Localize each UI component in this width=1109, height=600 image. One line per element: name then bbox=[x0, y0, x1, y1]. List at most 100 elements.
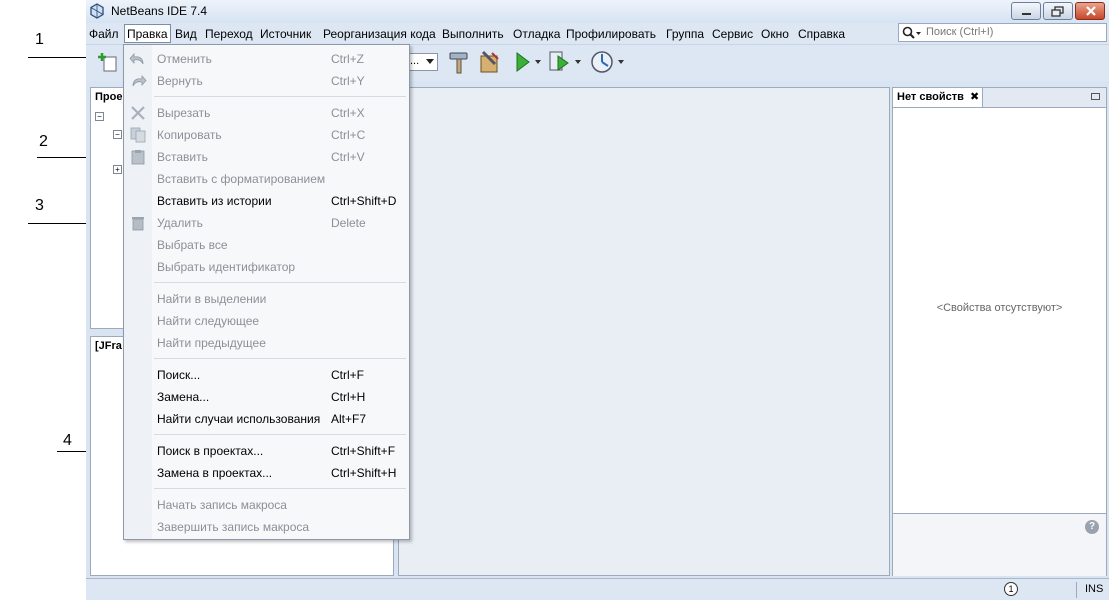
callout-2: 2 bbox=[39, 133, 48, 150]
undo-icon bbox=[129, 52, 144, 65]
redo-icon bbox=[132, 74, 147, 87]
restore-button[interactable] bbox=[1043, 2, 1073, 20]
window-title: NetBeans IDE 7.4 bbox=[111, 4, 208, 18]
clean-build-icon[interactable] bbox=[477, 50, 501, 74]
status-bar: 1 INS bbox=[86, 578, 1109, 600]
cut-icon bbox=[131, 106, 145, 120]
properties-help-area bbox=[893, 513, 1106, 576]
menu-item-copy[interactable]: Копировать Ctrl+C bbox=[124, 124, 409, 146]
build-hammer-icon[interactable] bbox=[448, 51, 470, 75]
menu-item-label: Найти в выделении bbox=[157, 292, 267, 306]
tree-expand-toggle[interactable]: + bbox=[113, 165, 122, 174]
menu-separator bbox=[154, 488, 406, 489]
menu-item-shortcut: Ctrl+V bbox=[331, 150, 365, 164]
properties-empty-message: <Свойства отсутствуют> bbox=[936, 302, 1063, 314]
debug-icon[interactable] bbox=[548, 50, 584, 74]
paste-icon bbox=[131, 150, 145, 165]
menu-separator bbox=[154, 96, 406, 97]
menu-item-label: Вставить из истории bbox=[157, 194, 272, 208]
menu-item-stop-macro[interactable]: Завершить запись макроса bbox=[124, 516, 409, 538]
menu-view[interactable]: Вид bbox=[175, 27, 197, 41]
menu-item-label: Выбрать все bbox=[157, 238, 228, 252]
menu-item-label: Найти предыдущее bbox=[157, 336, 266, 350]
menu-navigate[interactable]: Переход bbox=[205, 27, 253, 41]
menu-edit[interactable]: Правка bbox=[127, 27, 168, 41]
menu-item-paste-from-history[interactable]: Вставить из истории Ctrl+Shift+D bbox=[124, 190, 409, 212]
search-input[interactable]: Поиск (Ctrl+I) bbox=[898, 23, 1107, 42]
menu-run[interactable]: Выполнить bbox=[442, 27, 504, 41]
search-icon bbox=[902, 26, 921, 39]
close-icon bbox=[1086, 6, 1096, 16]
title-bar: NetBeans IDE 7.4 bbox=[86, 0, 1109, 23]
minimize-panel-icon[interactable] bbox=[1091, 93, 1100, 100]
menu-help[interactable]: Справка bbox=[798, 27, 845, 41]
delete-icon bbox=[132, 217, 144, 231]
menu-item-find[interactable]: Поиск... Ctrl+F bbox=[124, 364, 409, 386]
menu-item-shortcut: Ctrl+Y bbox=[331, 74, 365, 88]
menu-item-shortcut: Ctrl+X bbox=[331, 106, 365, 120]
menu-item-select-identifier[interactable]: Выбрать идентификатор bbox=[124, 256, 409, 278]
insert-mode-indicator: INS bbox=[1085, 583, 1104, 595]
menu-item-paste-formatted[interactable]: Вставить с форматированием bbox=[124, 168, 409, 190]
menu-separator bbox=[154, 434, 406, 435]
menu-item-label: Замена в проектах... bbox=[157, 466, 273, 480]
menu-item-paste[interactable]: Вставить Ctrl+V bbox=[124, 146, 409, 168]
menu-item-shortcut: Ctrl+F bbox=[331, 368, 364, 382]
menu-item-find-in-projects[interactable]: Поиск в проектах... Ctrl+Shift+F bbox=[124, 440, 409, 462]
status-divider bbox=[1076, 582, 1077, 598]
menu-item-find-previous[interactable]: Найти предыдущее bbox=[124, 332, 409, 354]
menu-item-label: Поиск... bbox=[157, 368, 201, 382]
callout-1: 1 bbox=[35, 31, 44, 48]
configuration-dropdown[interactable]: ... bbox=[408, 53, 438, 71]
menu-item-replace[interactable]: Замена... Ctrl+H bbox=[124, 386, 409, 408]
menu-item-find-usages[interactable]: Найти случаи использования Alt+F7 bbox=[124, 408, 409, 430]
menu-item-select-all[interactable]: Выбрать все bbox=[124, 234, 409, 256]
editor-area bbox=[398, 87, 890, 576]
menu-refactor[interactable]: Реорганизация кода bbox=[323, 27, 436, 41]
menu-item-label: Начать запись макроса bbox=[157, 498, 287, 512]
menu-item-replace-in-projects[interactable]: Замена в проектах... Ctrl+Shift+H bbox=[124, 462, 409, 484]
menu-tools[interactable]: Сервис bbox=[712, 27, 753, 41]
new-project-icon[interactable] bbox=[97, 51, 119, 73]
help-icon[interactable]: ? bbox=[1085, 520, 1099, 534]
close-button[interactable] bbox=[1075, 2, 1105, 20]
menu-item-label: Вставить bbox=[157, 150, 208, 164]
menu-item-find-in-selection[interactable]: Найти в выделении bbox=[124, 288, 409, 310]
profile-icon[interactable] bbox=[590, 50, 628, 74]
properties-panel: Нет свойств ✖ <Свойства отсутствуют> ? bbox=[892, 87, 1107, 576]
menu-item-cut[interactable]: Вырезать Ctrl+X bbox=[124, 102, 409, 124]
tree-collapse-toggle[interactable]: − bbox=[113, 130, 122, 139]
minimize-icon bbox=[1022, 13, 1031, 15]
menu-item-shortcut: Ctrl+H bbox=[331, 390, 366, 404]
menu-item-label: Отменить bbox=[157, 52, 212, 66]
projects-tab[interactable]: Прое bbox=[91, 88, 126, 107]
restore-icon bbox=[1051, 6, 1064, 17]
tree-collapse-toggle[interactable]: − bbox=[95, 112, 104, 121]
minimize-button[interactable] bbox=[1011, 2, 1041, 20]
menu-item-undo[interactable]: Отменить Ctrl+Z bbox=[124, 48, 409, 70]
menu-window[interactable]: Окно bbox=[761, 27, 789, 41]
menu-item-find-next[interactable]: Найти следующее bbox=[124, 310, 409, 332]
menu-debug[interactable]: Отладка bbox=[513, 27, 560, 41]
menu-profile[interactable]: Профилировать bbox=[566, 27, 656, 41]
run-icon[interactable] bbox=[514, 52, 544, 72]
menu-team[interactable]: Группа bbox=[666, 27, 704, 41]
menu-item-label: Вставить с форматированием bbox=[157, 172, 326, 186]
menu-item-label: Замена... bbox=[157, 390, 210, 404]
menu-file[interactable]: Файл bbox=[89, 27, 119, 41]
menu-item-label: Вернуть bbox=[157, 74, 203, 88]
callout-3: 3 bbox=[35, 197, 44, 214]
callout-4: 4 bbox=[63, 432, 72, 449]
menu-separator bbox=[154, 358, 406, 359]
navigator-tab[interactable]: [JFra bbox=[91, 337, 126, 356]
configuration-value: ... bbox=[410, 55, 420, 67]
search-placeholder: Поиск (Ctrl+I) bbox=[926, 26, 994, 38]
close-tab-icon[interactable]: ✖ bbox=[970, 90, 979, 103]
chevron-down-icon bbox=[426, 59, 434, 64]
menu-item-shortcut: Ctrl+Shift+H bbox=[331, 466, 397, 480]
menu-source[interactable]: Источник bbox=[260, 27, 311, 41]
notifications-icon[interactable]: 1 bbox=[1004, 582, 1018, 596]
menu-item-delete[interactable]: Удалить Delete bbox=[124, 212, 409, 234]
menu-item-start-macro[interactable]: Начать запись макроса bbox=[124, 494, 409, 516]
menu-item-redo[interactable]: Вернуть Ctrl+Y bbox=[124, 70, 409, 92]
